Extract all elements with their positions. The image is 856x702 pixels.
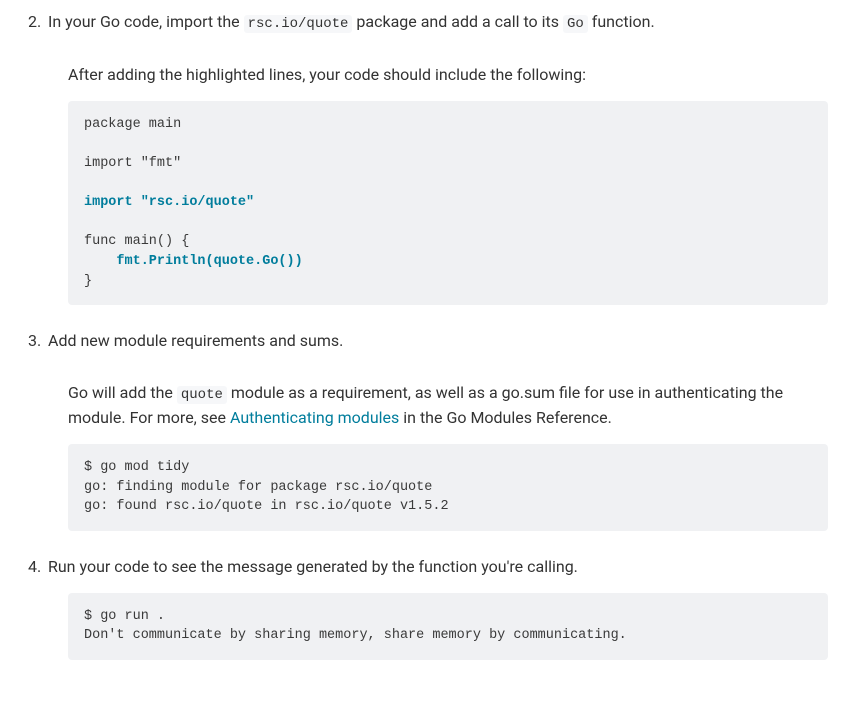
code-block-go-source: package main import "fmt" import "rsc.io… — [68, 101, 828, 305]
step-3-subtext-part1: Go will add the — [68, 383, 177, 402]
code-block-go-run: $ go run . Don't communicate by sharing … — [68, 593, 828, 660]
step-3-text: Add new module requirements and sums. — [48, 331, 343, 350]
step-3: Add new module requirements and sums. Go… — [28, 329, 828, 531]
step-4-text: Run your code to see the message generat… — [48, 557, 578, 576]
step-2-text: In your Go code, import the rsc.io/quote… — [48, 12, 655, 31]
step-4: Run your code to see the message generat… — [28, 555, 828, 660]
code-line: } — [84, 274, 92, 289]
step-2-text-part1: In your Go code, import the — [48, 12, 244, 31]
code-line: func main() { — [84, 234, 189, 249]
instruction-list: In your Go code, import the rsc.io/quote… — [28, 10, 828, 660]
step-2-text-part2: package and add a call to its — [352, 12, 563, 31]
code-line-highlight: import "rsc.io/quote" — [84, 195, 254, 210]
inline-code-go: Go — [563, 15, 588, 33]
step-2-subtext: After adding the highlighted lines, your… — [68, 63, 828, 87]
code-block-go-mod-tidy: $ go mod tidy go: finding module for pac… — [68, 444, 828, 531]
inline-code-rsc-quote: rsc.io/quote — [244, 15, 353, 33]
step-2-text-part3: function. — [588, 12, 655, 31]
inline-code-quote: quote — [177, 386, 227, 404]
link-authenticating-modules[interactable]: Authenticating modules — [230, 408, 399, 427]
code-indent — [84, 254, 116, 269]
code-line: package main — [84, 117, 181, 132]
step-3-subtext-part3: in the Go Modules Reference. — [399, 408, 612, 427]
step-2: In your Go code, import the rsc.io/quote… — [28, 10, 828, 305]
code-line-highlight: fmt.Println(quote.Go()) — [116, 254, 302, 269]
step-3-subtext: Go will add the quote module as a requir… — [68, 381, 828, 430]
code-line: import "fmt" — [84, 156, 181, 171]
